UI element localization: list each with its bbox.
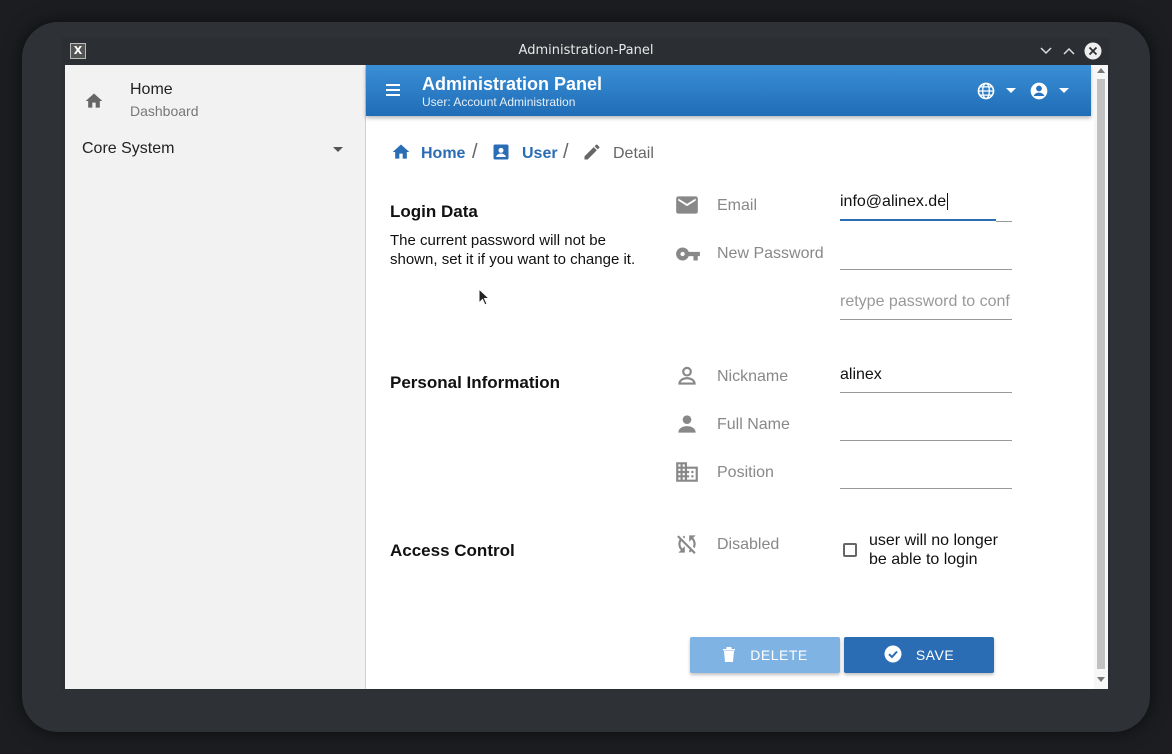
app-content: Home Dashboard Core System Administratio… bbox=[65, 65, 1108, 689]
sidebar-core-label: Core System bbox=[82, 140, 175, 157]
sync-disabled-icon bbox=[674, 531, 700, 557]
section-title-access-control: Access Control bbox=[390, 541, 515, 560]
email-icon bbox=[674, 192, 700, 218]
new-password-field[interactable] bbox=[840, 243, 1012, 270]
position-field[interactable] bbox=[840, 462, 1012, 489]
menu-icon[interactable] bbox=[384, 81, 402, 99]
caret-down-icon bbox=[1006, 88, 1016, 93]
nickname-label: Nickname bbox=[717, 368, 789, 385]
delete-button[interactable]: DELETE bbox=[690, 637, 840, 673]
email-field[interactable]: info@alinex.de bbox=[840, 193, 996, 221]
sidebar-item-home[interactable]: Home Dashboard bbox=[65, 75, 365, 125]
business-icon bbox=[674, 459, 700, 485]
app-title: Administration Panel bbox=[422, 74, 603, 94]
close-window-button[interactable] bbox=[1083, 41, 1103, 61]
nickname-field[interactable]: alinex bbox=[840, 366, 1012, 393]
section-title-login-data: Login Data bbox=[390, 202, 478, 221]
breadcrumb-separator: / bbox=[472, 141, 478, 163]
email-value: info@alinex.de bbox=[840, 193, 947, 210]
breadcrumb-separator: / bbox=[563, 141, 569, 163]
home-icon bbox=[83, 91, 105, 115]
disabled-label: Disabled bbox=[717, 536, 780, 553]
full-name-label: Full Name bbox=[717, 416, 790, 433]
app-subtitle: User: Account Administration bbox=[422, 95, 576, 109]
person-outline-icon bbox=[674, 363, 700, 389]
breadcrumb-current: Detail bbox=[613, 145, 654, 162]
caret-down-icon bbox=[1059, 88, 1069, 93]
save-button[interactable]: SAVE bbox=[844, 637, 994, 673]
breadcrumb-home-link[interactable]: Home bbox=[421, 145, 465, 167]
delete-button-label: DELETE bbox=[750, 647, 808, 663]
confirm-password-field[interactable]: retype password to conf bbox=[840, 293, 1012, 320]
vertical-scrollbar[interactable] bbox=[1094, 65, 1108, 689]
section-desc-line2: shown, set it if you want to change it. bbox=[390, 251, 636, 268]
account-menu-button[interactable] bbox=[1029, 81, 1073, 101]
trash-icon bbox=[722, 646, 750, 665]
disabled-hint-line2: be able to login bbox=[869, 551, 978, 568]
minimize-button[interactable] bbox=[1036, 41, 1056, 61]
scrollbar-thumb[interactable] bbox=[1097, 79, 1105, 669]
sidebar-item-core-system[interactable]: Core System bbox=[65, 137, 365, 167]
new-password-label: New Password bbox=[717, 245, 824, 262]
check-circle-icon bbox=[884, 645, 916, 666]
language-menu-button[interactable] bbox=[976, 81, 1020, 101]
title-bar: X Administration-Panel bbox=[62, 38, 1110, 65]
pencil-icon bbox=[582, 142, 602, 164]
app-window: X Administration-Panel Home Dashboard Co… bbox=[62, 38, 1110, 690]
key-icon bbox=[674, 241, 700, 267]
sidebar-home-subtitle: Dashboard bbox=[130, 103, 199, 119]
home-icon bbox=[390, 142, 412, 164]
email-label: Email bbox=[717, 197, 758, 214]
sidebar-home-title: Home bbox=[130, 81, 173, 98]
account-box-icon bbox=[491, 142, 511, 164]
caret-down-icon bbox=[333, 147, 343, 152]
full-name-field[interactable] bbox=[840, 414, 1012, 441]
scroll-up-icon[interactable] bbox=[1097, 68, 1105, 73]
section-title-personal-information: Personal Information bbox=[390, 373, 561, 392]
account-circle-icon bbox=[1029, 82, 1049, 105]
scroll-down-icon[interactable] bbox=[1097, 677, 1105, 682]
person-icon bbox=[674, 411, 700, 437]
email-underline-tail bbox=[996, 221, 1012, 222]
breadcrumb-user-link[interactable]: User bbox=[522, 145, 558, 167]
main-panel: Administration Panel User: Account Admin… bbox=[366, 65, 1091, 689]
text-caret bbox=[947, 193, 949, 210]
section-desc-line1: The current password will not be bbox=[390, 232, 606, 249]
position-label: Position bbox=[717, 464, 774, 481]
app-bar: Administration Panel User: Account Admin… bbox=[366, 65, 1091, 116]
maximize-button[interactable] bbox=[1059, 41, 1079, 61]
sidebar: Home Dashboard Core System bbox=[65, 65, 366, 689]
disabled-hint-line1: user will no longer bbox=[869, 532, 998, 549]
window-title: Administration-Panel bbox=[518, 43, 654, 58]
globe-icon bbox=[976, 82, 996, 105]
save-button-label: SAVE bbox=[915, 647, 955, 663]
disabled-checkbox[interactable] bbox=[843, 543, 857, 557]
